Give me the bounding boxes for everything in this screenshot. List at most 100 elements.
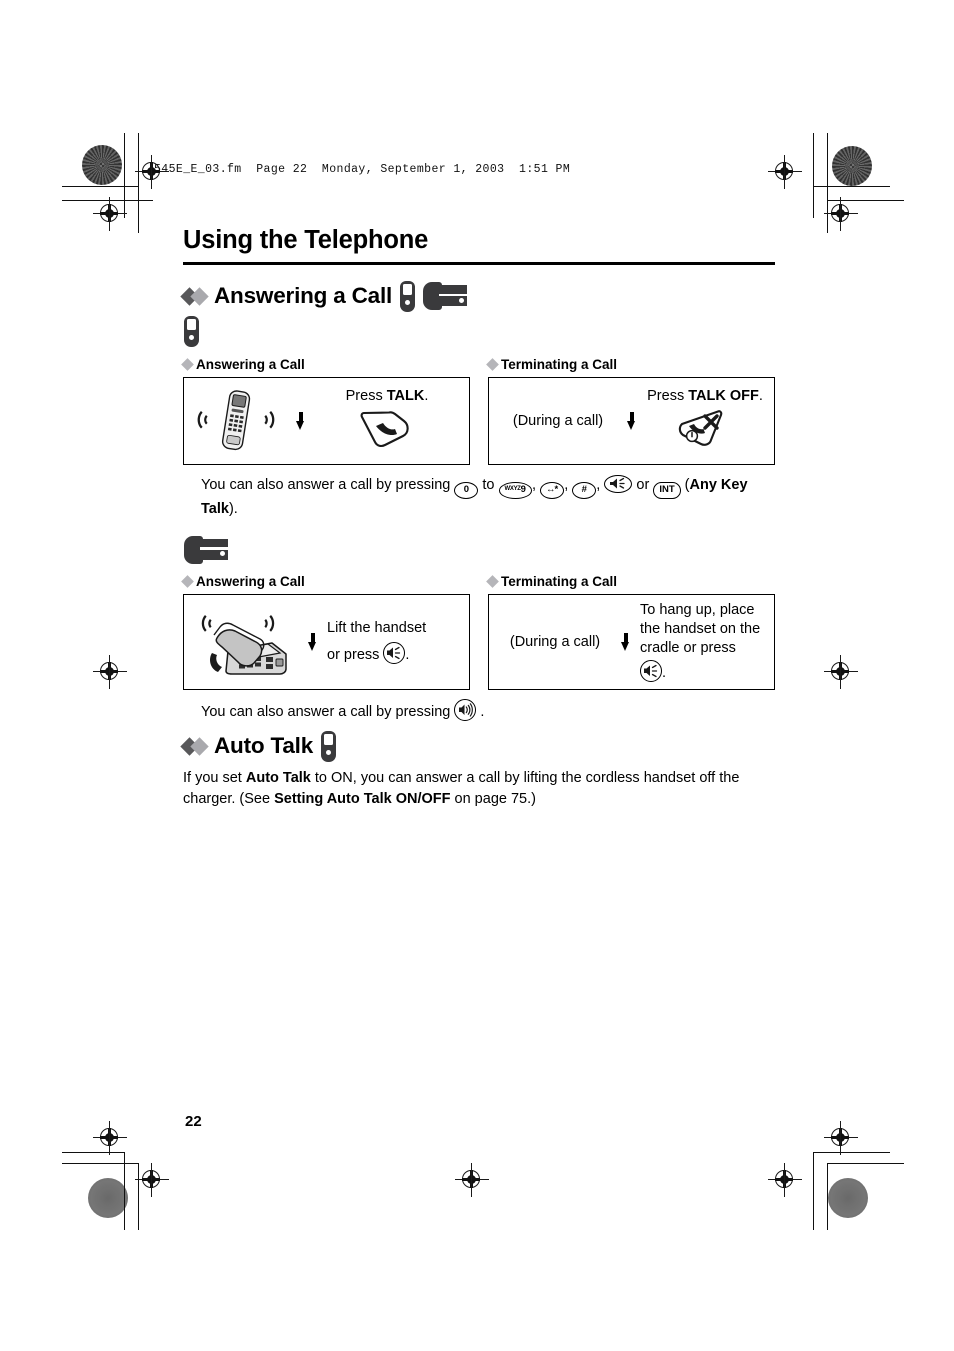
speakerphone-key-icon	[640, 659, 662, 682]
instruction-line-4: .	[640, 659, 764, 683]
speakerphone-key-icon	[604, 474, 633, 493]
down-arrow-icon	[296, 411, 305, 430]
note-mid-to: to	[478, 476, 499, 493]
base-unit-icon	[423, 282, 468, 311]
page-title: Using the Telephone	[183, 226, 429, 254]
talk-button-icon	[360, 410, 409, 447]
halftone-target-bottom-right	[828, 1178, 868, 1218]
instruction-line-3: cradle or press	[640, 639, 736, 656]
instruction-line4-suffix: .	[662, 664, 667, 681]
handset-answering-column: Answering a Call Press TALK.	[181, 356, 470, 465]
base-terminating-column: Terminating a Call (During a call) To ha…	[486, 573, 775, 690]
halftone-target-top-left	[82, 145, 122, 185]
handset-answering-instruction: Press TALK.	[315, 387, 459, 455]
down-arrow-icon	[627, 411, 636, 430]
section-title-text: Auto Talk	[214, 733, 314, 759]
note-sep-3: ,	[596, 476, 605, 493]
instruction-suffix: .	[758, 388, 763, 405]
note-sep-1: ,	[531, 476, 541, 493]
during-call-label: (During a call)	[509, 633, 601, 650]
crop-line-br-v2	[827, 1163, 829, 1230]
crop-line-bl-h2	[62, 1163, 139, 1165]
registration-mark-left-upper	[93, 197, 127, 231]
handsfree-key-icon	[454, 698, 477, 721]
double-diamond-icon	[180, 736, 209, 756]
base-unit-icon	[184, 535, 228, 564]
note-suffix-close: ).	[228, 500, 238, 517]
base-subheading-row: Answering a Call Lift the handset or pre…	[181, 573, 775, 690]
handset-answering-box: Press TALK.	[183, 376, 470, 465]
crop-line-br-v1	[813, 1152, 815, 1230]
registration-mark-right-mid	[824, 655, 858, 689]
handset-icon	[400, 280, 416, 312]
diamond-bullet-icon	[486, 574, 499, 588]
instruction-prefix: Press	[345, 387, 387, 404]
crop-line-tl-h1	[62, 186, 139, 188]
handset-terminating-instruction: Press TALK OFF.	[646, 387, 764, 454]
page-number: 22	[185, 1113, 202, 1130]
body-bold-auto-talk: Auto Talk	[245, 769, 311, 786]
diamond-bullet-icon	[181, 574, 194, 588]
handset-subheading-row: Answering a Call Press TALK. Terminating…	[181, 356, 775, 465]
registration-mark-right-upper	[824, 197, 858, 231]
diamond-light-icon	[190, 286, 209, 306]
section-title-text: Answering a Call	[214, 283, 393, 309]
registration-mark-left-mid	[93, 655, 127, 689]
base-answer-note: You can also answer a call by pressing .	[201, 698, 775, 723]
talk-off-button-icon-wrap	[646, 408, 764, 454]
title-divider	[183, 262, 775, 265]
registration-mark-right-lower	[824, 1121, 858, 1155]
device-marker-base-unit	[184, 535, 775, 564]
during-call-label-wrap: (During a call)	[499, 413, 617, 429]
registration-mark-bottom-right	[768, 1163, 802, 1197]
key-0-icon: 0	[454, 481, 479, 499]
handset-terminating-box: (During a call) Press TALK OFF.	[488, 376, 775, 465]
crop-line-br-h2	[827, 1163, 904, 1165]
key-int-icon: INT	[653, 481, 681, 499]
subheading-text: Terminating a Call	[501, 573, 618, 589]
during-call-label: (During a call)	[512, 412, 604, 429]
crop-line-tr-v1	[813, 133, 815, 218]
base-answering-instruction: Lift the handset or press .	[327, 619, 459, 665]
cordless-handset-ringing-svg	[197, 389, 275, 450]
subheading-text: Terminating a Call	[501, 356, 618, 372]
instruction-bold: TALK	[386, 387, 425, 404]
base-terminating-box: (During a call) To hang up, place the ha…	[488, 593, 775, 690]
halftone-target-bottom-left	[88, 1178, 128, 1218]
diamond-bullet-icon	[181, 357, 194, 371]
note-suffix: .	[476, 703, 485, 720]
handset-terminating-column: Terminating a Call (During a call) Press…	[486, 356, 775, 465]
instruction-prefix: Press	[647, 388, 689, 405]
talk-off-button-icon	[678, 410, 723, 446]
crop-line-tr-h1	[813, 186, 890, 188]
during-call-label-wrap: (During a call)	[499, 634, 611, 650]
base-answering-box: Lift the handset or press .	[183, 593, 470, 690]
key-hash-icon: #	[572, 481, 597, 499]
key-9-icon: WXYZ9	[498, 481, 532, 499]
note-sep-2: ,	[564, 476, 573, 493]
registration-mark-top-right	[768, 155, 802, 189]
subheading-text: Answering a Call	[196, 573, 305, 589]
instruction-text-line: Press TALK.	[315, 387, 459, 406]
note-prefix: You can also answer a call by pressing	[201, 476, 455, 493]
ringing-cordless-handset-illustration	[194, 388, 286, 454]
subheading-answering-a-call-base: Answering a Call	[181, 573, 470, 589]
instruction-line2-prefix: or press	[327, 646, 384, 663]
ringing-corded-base-unit-illustration	[194, 605, 298, 679]
instruction-text-line: Press TALK OFF.	[646, 387, 764, 406]
base-answering-column: Answering a Call Lift the handset or pre…	[181, 573, 470, 690]
body-bold-setting-auto-talk: Setting Auto Talk ON/OFF	[274, 790, 451, 807]
note-prefix: You can also answer a call by pressing	[201, 703, 455, 720]
down-arrow-icon	[621, 632, 630, 651]
page-content: Using the Telephone Answering a Call Ans…	[180, 226, 776, 810]
halftone-target-top-right	[832, 146, 872, 186]
talk-button-icon-wrap	[315, 409, 459, 455]
instruction-line-1: To hang up, place	[640, 601, 755, 618]
subheading-text: Answering a Call	[196, 356, 305, 372]
note-sep-4: or	[632, 476, 654, 493]
auto-talk-body-text: If you set Auto Talk to ON, you can answ…	[183, 768, 769, 810]
any-key-talk-note: You can also answer a call by pressing 0…	[201, 474, 776, 520]
handset-icon	[321, 730, 337, 762]
instruction-line-1: Lift the handset	[327, 619, 427, 636]
speakerphone-key-icon	[383, 641, 406, 664]
